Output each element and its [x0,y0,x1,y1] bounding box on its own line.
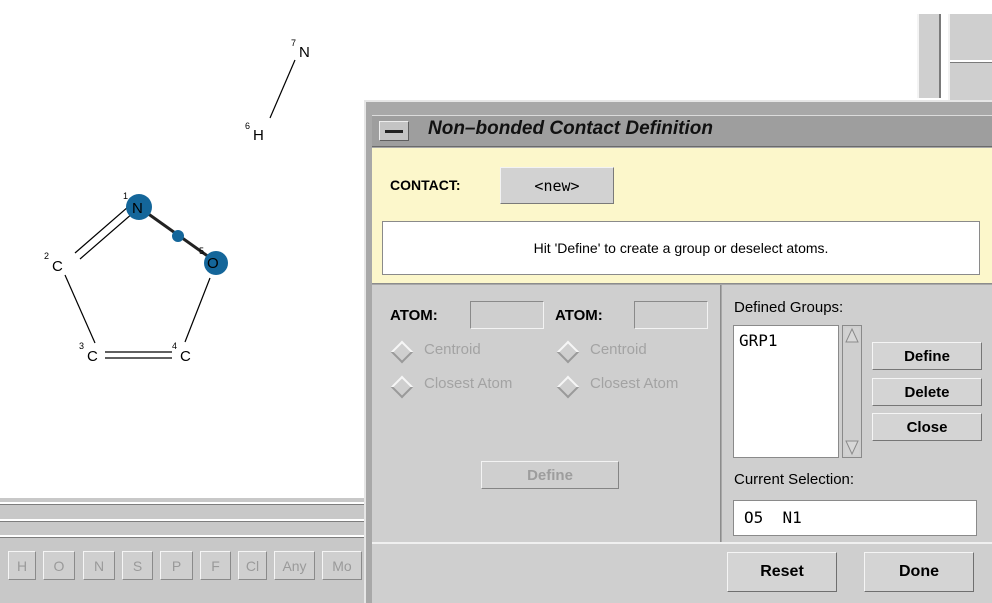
atom-n7-num: 7 [291,38,296,48]
element-button-mo[interactable]: Mo [322,551,362,580]
contact-label: CONTACT: [390,177,461,193]
groups-scrollbar[interactable] [842,325,862,458]
atom1-centroid-label: Centroid [424,341,481,358]
dialog-title: Non–bonded Contact Definition [428,118,713,139]
element-button-h[interactable]: H [8,551,36,580]
atom-n1-num: 1 [123,191,128,201]
atom-c2-label[interactable]: C [52,258,63,275]
atom-o5-label[interactable]: O [207,255,219,272]
bond-midpoint-marker [172,230,184,242]
delete-group-button[interactable]: Delete [872,378,982,406]
close-group-button[interactable]: Close [872,413,982,441]
define-contact-button[interactable]: Define [481,461,619,489]
done-button[interactable]: Done [864,552,974,592]
element-button-cl[interactable]: Cl [238,551,267,580]
background-window-frame [917,14,941,98]
atom-c2-num: 2 [44,251,49,261]
atom-h6-label[interactable]: H [253,127,264,144]
atom1-label: ATOM: [390,307,438,324]
scroll-up-arrow-icon[interactable] [845,327,859,343]
groups-list[interactable]: GRP1 [733,325,839,458]
current-selection-label: Current Selection: [734,471,855,488]
toolbar-separator-3 [0,535,370,538]
scroll-down-arrow-icon[interactable] [845,440,859,456]
atom1-closest-label: Closest Atom [424,375,513,392]
element-button-any[interactable]: Any [274,551,315,580]
atom1-field[interactable] [470,301,544,329]
defined-groups-label: Defined Groups: [734,299,844,316]
element-button-o[interactable]: O [43,551,75,580]
atom-c3-label[interactable]: C [87,348,98,365]
current-selection-field[interactable]: O5 N1 [733,500,977,536]
bond-n1-c2-b [79,212,134,260]
atom-h6-num: 6 [245,121,250,131]
atom-n7-label[interactable]: N [299,44,310,61]
bond-n7-h6 [269,59,296,119]
element-button-n[interactable]: N [83,551,115,580]
group-list-item[interactable]: GRP1 [739,331,838,350]
atom-o5-num: 5 [199,246,204,256]
atom2-closest-label: Closest Atom [590,375,679,392]
atom-c4-num: 4 [172,341,177,351]
background-window-panel [948,14,992,104]
toolbar-separator-2 [0,519,370,522]
element-button-f[interactable]: F [200,551,231,580]
element-button-s[interactable]: S [122,551,153,580]
define-group-button[interactable]: Define [872,342,982,370]
window-menu-button[interactable] [379,121,409,141]
bond-c2-c3 [64,274,96,344]
reset-button[interactable]: Reset [727,552,837,592]
contact-select-button[interactable]: <new> [500,167,614,204]
atom2-label: ATOM: [555,307,603,324]
element-button-p[interactable]: P [160,551,193,580]
toolbar-separator-1 [0,502,370,505]
atom-c4-label[interactable]: C [180,348,191,365]
atom2-field[interactable] [634,301,708,329]
bond-c4-o5 [184,277,211,343]
atom-c3-num: 3 [79,341,84,351]
status-message: Hit 'Define' to create a group or desele… [382,221,980,275]
background-window-divider [950,60,992,63]
bond-n1-c2-a [74,206,129,254]
atom2-centroid-label: Centroid [590,341,647,358]
atom-n1-label[interactable]: N [132,200,143,217]
